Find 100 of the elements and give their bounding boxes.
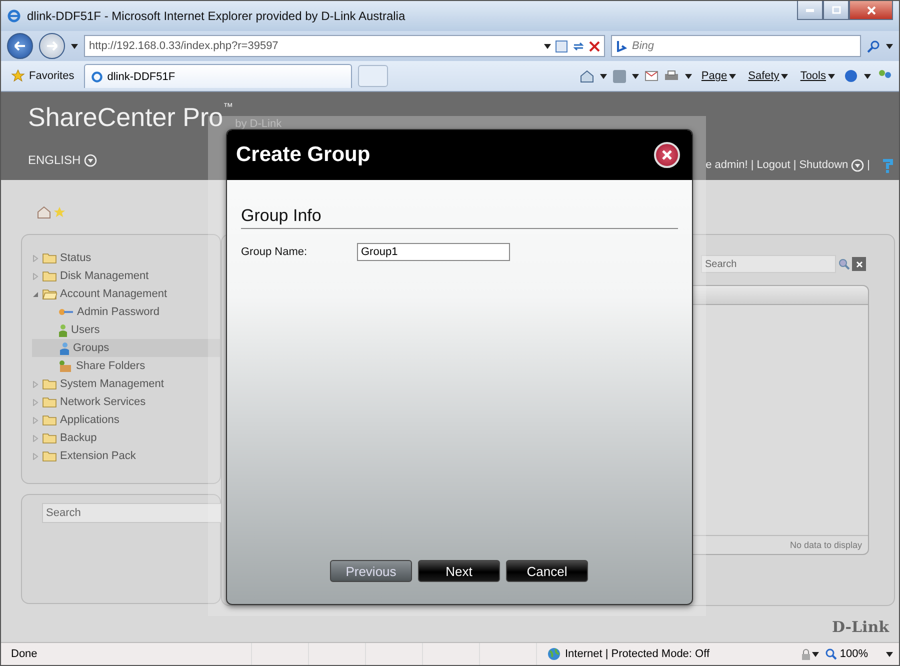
dropdown-caret-icon bbox=[864, 74, 871, 78]
tree-item[interactable]: Extension Pack bbox=[32, 447, 220, 465]
close-icon bbox=[856, 260, 862, 268]
caret-icon bbox=[828, 74, 835, 78]
dropdown-caret-icon bbox=[886, 44, 893, 48]
dropdown-caret-icon bbox=[71, 44, 78, 48]
tree-item[interactable]: Network Services bbox=[32, 393, 220, 411]
brand-title: ShareCenter Pro bbox=[28, 102, 224, 133]
search-engine-logo-icon bbox=[616, 40, 628, 52]
globe-icon bbox=[547, 647, 561, 661]
caret-icon bbox=[729, 74, 736, 78]
menu-button[interactable]: Tools bbox=[797, 68, 838, 84]
forward-button[interactable] bbox=[39, 33, 65, 59]
tree-item[interactable]: Account Management bbox=[32, 285, 220, 303]
dropdown-caret-icon bbox=[812, 652, 819, 656]
folder-icon bbox=[42, 450, 57, 462]
search-icon[interactable] bbox=[838, 258, 850, 270]
shared-folder-icon bbox=[58, 360, 73, 372]
minimize-icon bbox=[806, 8, 814, 12]
status-text: Done bbox=[10, 648, 38, 660]
tree-item-label: Network Services bbox=[60, 396, 146, 408]
minimize-button[interactable] bbox=[797, 1, 823, 20]
user-icon bbox=[58, 324, 68, 336]
tree-item[interactable]: Share Folders bbox=[32, 357, 220, 375]
dialog-button[interactable]: Cancel bbox=[506, 560, 588, 582]
key-icon bbox=[58, 306, 74, 318]
back-button[interactable] bbox=[7, 33, 33, 59]
tree-item-label: Admin Password bbox=[77, 306, 160, 318]
separator-text: | bbox=[793, 159, 796, 171]
url-text: http://192.168.0.33/index.php?r=39597 bbox=[89, 40, 280, 52]
search-field[interactable]: Search bbox=[701, 255, 836, 273]
search-placeholder: Bing bbox=[632, 40, 656, 52]
star-icon[interactable] bbox=[53, 206, 66, 218]
language-dropdown[interactable]: ENGLISH bbox=[28, 153, 97, 167]
folder-icon bbox=[42, 432, 57, 444]
tree-item[interactable]: Admin Password bbox=[32, 303, 220, 321]
folder-icon bbox=[42, 396, 57, 408]
new-tab-button[interactable] bbox=[358, 65, 388, 87]
dialog-button[interactable]: Next bbox=[418, 560, 500, 582]
collapse-arrow-icon[interactable] bbox=[32, 290, 39, 298]
tree-item-label: Disk Management bbox=[60, 270, 149, 282]
caret-icon bbox=[886, 652, 893, 656]
tree-item-label: Applications bbox=[60, 414, 120, 426]
tree-item[interactable]: Users bbox=[32, 321, 220, 339]
dropdown-caret-icon bbox=[632, 74, 640, 78]
stop-icon[interactable] bbox=[589, 40, 600, 52]
arrow-left-icon bbox=[14, 41, 26, 51]
tree-item[interactable]: System Management bbox=[32, 375, 220, 393]
home-icon[interactable] bbox=[37, 206, 51, 218]
section-heading: Group Info bbox=[241, 206, 678, 229]
tree-item[interactable]: Disk Management bbox=[32, 267, 220, 285]
separator-text: | bbox=[867, 159, 870, 171]
welcome-text: e admin! bbox=[706, 159, 748, 171]
logout-link[interactable]: Logout bbox=[756, 159, 790, 171]
printer-icon[interactable] bbox=[664, 70, 680, 82]
tree-item[interactable]: Backup bbox=[32, 429, 220, 447]
shutdown-dropdown[interactable]: Shutdown bbox=[799, 158, 864, 172]
close-icon bbox=[662, 150, 672, 160]
magnifier-icon bbox=[824, 648, 837, 660]
window-title: dlink-DDF51F - Microsoft Internet Explorer provided by D-Link Australia bbox=[27, 9, 406, 23]
tree-item[interactable]: Applications bbox=[32, 411, 220, 429]
dialog-title: Create Group bbox=[236, 143, 370, 167]
dropdown-icon bbox=[851, 158, 864, 172]
tree-item-label: Extension Pack bbox=[60, 450, 136, 462]
favorites-button[interactable]: Favorites bbox=[7, 67, 78, 85]
address-field[interactable]: http://192.168.0.33/index.php?r=39597 bbox=[84, 35, 605, 57]
tree-item[interactable]: Status bbox=[32, 249, 220, 267]
menu-button[interactable]: Page bbox=[698, 68, 740, 84]
caret-icon bbox=[781, 74, 788, 78]
open-folder-icon bbox=[42, 288, 57, 300]
home-icon[interactable] bbox=[580, 70, 594, 82]
tree-item-label: System Management bbox=[60, 378, 164, 390]
company-logo: D-Link bbox=[832, 618, 889, 636]
search-field[interactable]: Bing bbox=[611, 35, 861, 57]
clear-button[interactable] bbox=[852, 257, 866, 271]
trademark-sign: ™ bbox=[223, 102, 234, 113]
tree-item[interactable]: Groups bbox=[32, 339, 220, 357]
browser-tab[interactable]: dlink-DDF51F bbox=[84, 64, 352, 88]
search-icon[interactable] bbox=[867, 40, 880, 52]
close-icon bbox=[866, 6, 876, 14]
tree-item-label: Account Management bbox=[60, 288, 168, 300]
arrow-right-icon bbox=[46, 41, 58, 51]
dropdown-caret-icon bbox=[685, 74, 692, 78]
mail-icon[interactable] bbox=[645, 71, 658, 81]
security-zone-text: Internet | Protected Mode: Off bbox=[565, 648, 710, 660]
tree-item-label: Share Folders bbox=[76, 360, 146, 372]
separator-text: | bbox=[750, 159, 754, 171]
zoom-dropdown[interactable]: 100% bbox=[818, 648, 899, 660]
menu-button[interactable]: Safety bbox=[745, 68, 792, 84]
folder-icon bbox=[42, 378, 57, 390]
tree-item-label: Backup bbox=[60, 432, 97, 444]
field-label: Group Name: bbox=[241, 246, 308, 258]
dropdown-icon bbox=[84, 154, 97, 166]
folder-icon bbox=[42, 270, 57, 282]
browser-logo-icon bbox=[91, 70, 104, 82]
lock-icon[interactable] bbox=[800, 648, 812, 660]
group-name-input[interactable]: Group1 bbox=[357, 243, 510, 261]
maximize-button[interactable] bbox=[823, 1, 849, 20]
tree-item-label: Groups bbox=[73, 342, 110, 354]
refresh-icon[interactable] bbox=[572, 40, 585, 52]
